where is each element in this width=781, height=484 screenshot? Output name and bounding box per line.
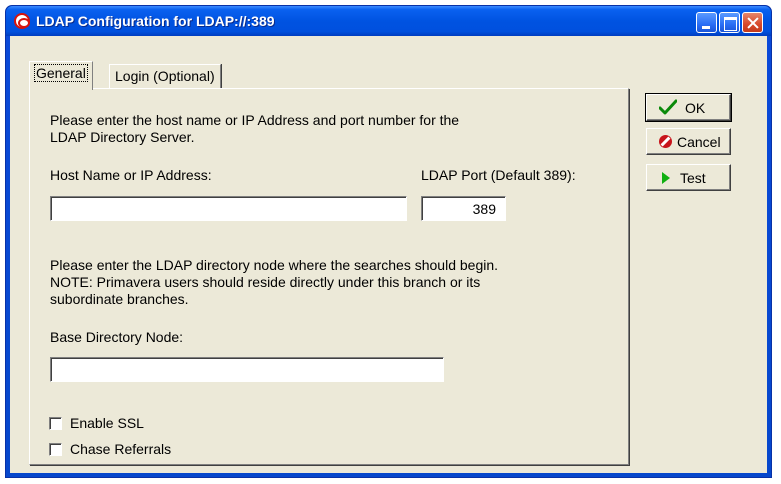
tab-general[interactable]: General [29, 61, 93, 90]
test-button[interactable]: Test [646, 164, 731, 191]
port-field[interactable] [421, 196, 506, 221]
enable-ssl-label[interactable]: Enable SSL [70, 415, 144, 432]
intro-text-line1: Please enter the host name or IP Address… [50, 112, 460, 128]
tab-login-optional[interactable]: Login (Optional) [109, 64, 221, 88]
dialog-client: General Login (Optional) Please enter th… [10, 36, 767, 473]
host-field[interactable] [50, 196, 407, 221]
node-text-line1: Please enter the LDAP directory node whe… [50, 257, 499, 273]
play-icon [662, 172, 670, 184]
host-input[interactable] [51, 197, 406, 220]
base-node-field[interactable] [50, 357, 444, 382]
chase-referrals-label[interactable]: Chase Referrals [70, 441, 171, 458]
base-node-label: Base Directory Node: [50, 329, 184, 345]
chase-referrals-checkbox[interactable] [49, 443, 62, 456]
base-node-input[interactable] [51, 358, 443, 381]
ok-button[interactable]: OK [645, 93, 732, 122]
checkmark-icon [659, 99, 677, 115]
window-title: LDAP Configuration for LDAP://:389 [36, 13, 275, 29]
dialog-window: LDAP Configuration for LDAP://:389 Gener… [5, 5, 772, 478]
tab-login-label: Login (Optional) [115, 68, 215, 84]
port-input[interactable] [422, 197, 505, 220]
test-button-label: Test [680, 170, 706, 186]
cancel-icon [659, 135, 672, 148]
ok-button-label: OK [685, 100, 706, 116]
node-text-line2: NOTE: Primavera users should reside dire… [50, 274, 481, 290]
title-bar[interactable]: LDAP Configuration for LDAP://:389 [6, 6, 771, 36]
cancel-button[interactable]: Cancel [646, 128, 731, 155]
oracle-icon [14, 13, 30, 29]
close-button[interactable] [742, 12, 763, 33]
minimize-button[interactable] [696, 12, 717, 33]
general-tab-panel: Please enter the host name or IP Address… [29, 88, 629, 465]
port-label: LDAP Port (Default 389): [421, 167, 576, 183]
intro-text-line2: LDAP Directory Server. [50, 129, 195, 145]
tab-general-label: General [34, 64, 88, 82]
maximize-button[interactable] [719, 12, 740, 33]
host-label: Host Name or IP Address: [50, 167, 212, 183]
enable-ssl-checkbox[interactable] [49, 417, 62, 430]
node-text-line3: subordinate branches. [50, 291, 189, 307]
cancel-button-label: Cancel [677, 134, 721, 150]
